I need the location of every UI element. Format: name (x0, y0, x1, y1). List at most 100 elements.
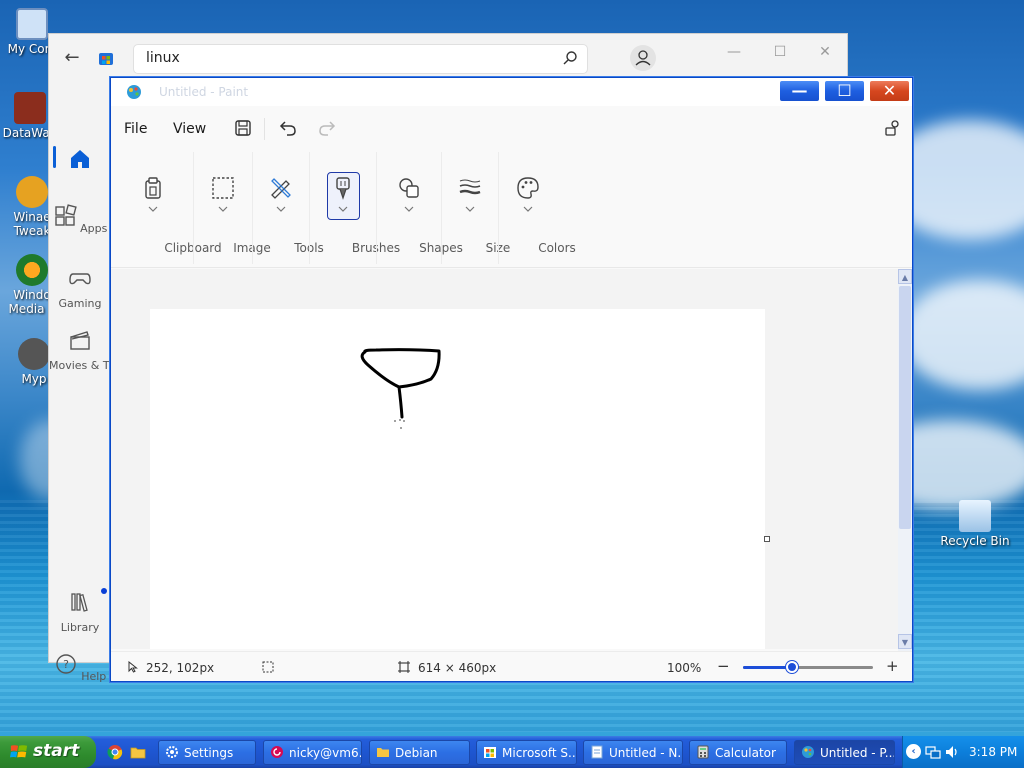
maximize-icon[interactable]: ☐ (770, 42, 790, 62)
ribbon-group-size[interactable]: Size (442, 150, 510, 268)
menubar-divider (264, 118, 265, 140)
zoom-slider-fill (743, 666, 793, 669)
taskbar-item-debian[interactable]: Debian (369, 740, 470, 765)
sidebar-item-library[interactable]: Library (49, 588, 111, 634)
network-icon[interactable] (925, 744, 941, 760)
tools-icon (271, 178, 291, 199)
size-icon (459, 179, 481, 195)
chevron-down-icon (404, 206, 414, 212)
taskbar-item-notepad[interactable]: Untitled - N... (583, 740, 683, 765)
canvas-resize-handle[interactable] (764, 536, 770, 542)
minimize-icon[interactable]: — (724, 42, 744, 62)
apps-icon (54, 204, 77, 226)
home-icon (71, 150, 89, 168)
zoom-in-icon[interactable]: + (886, 657, 899, 675)
chevron-down-icon (276, 206, 286, 212)
canvas-size: 614 × 460px (418, 661, 497, 675)
back-arrow-icon[interactable]: ← (61, 47, 83, 69)
taskbar-item-terminal[interactable]: nicky@vm6... (263, 740, 362, 765)
chevron-down-icon (523, 206, 533, 212)
drawing-stroke (360, 348, 441, 429)
notepad-icon (591, 745, 603, 759)
scroll-down-icon[interactable]: ▼ (898, 634, 912, 649)
close-button[interactable]: ✕ (869, 80, 910, 102)
save-icon[interactable] (233, 118, 253, 138)
vertical-scrollbar[interactable]: ▲ ▼ (898, 269, 912, 651)
sidebar-item-home[interactable] (49, 147, 111, 178)
settings-icon[interactable] (883, 118, 903, 138)
zoom-slider[interactable] (743, 661, 873, 673)
recycle-bin-icon (959, 500, 991, 532)
calculator-icon (697, 745, 709, 759)
sidebar-item-movies[interactable]: Movies & TV (49, 328, 117, 372)
undo-icon[interactable] (278, 118, 298, 138)
taskbar-item-settings[interactable]: Settings (158, 740, 256, 765)
store-sidebar: Apps Gaming Movies & TV Library ? Help (49, 82, 117, 683)
redo-icon[interactable] (317, 118, 337, 138)
paint-app-icon (127, 85, 141, 99)
svg-text:?: ? (63, 658, 69, 671)
taskbar-item-paint[interactable]: Untitled - P... (794, 740, 895, 765)
mypal-icon (18, 338, 50, 370)
start-button[interactable]: start (0, 736, 96, 768)
taskbar: start Settings nicky@vm6... Debian Micro… (0, 736, 1024, 768)
menu-file[interactable]: File (124, 121, 147, 137)
ribbon-group-tools[interactable]: Tools (253, 150, 324, 268)
ribbon-group-brushes[interactable]: Brushes (310, 150, 400, 268)
chevron-down-icon (465, 206, 475, 212)
paint-titlebar[interactable]: Untitled - Paint — ☐ ✕ (111, 78, 912, 106)
volume-icon[interactable] (944, 744, 960, 760)
drawing-canvas[interactable] (150, 309, 765, 649)
store-icon (484, 747, 496, 758)
minimize-button[interactable]: — (779, 80, 820, 102)
store-search-input[interactable]: linux (133, 44, 588, 74)
ribbon-group-shapes[interactable]: Shapes (377, 150, 463, 268)
ribbon-group-clipboard[interactable]: Clipboard (111, 150, 222, 268)
library-icon (71, 593, 88, 612)
datawag-icon (14, 92, 46, 124)
chrome-icon[interactable] (107, 744, 123, 760)
paint-icon (802, 746, 814, 758)
ribbon-group-image[interactable]: Image (194, 150, 271, 268)
system-tray: ‹ 3:18 PM (902, 736, 1024, 768)
brush-icon (336, 177, 350, 200)
cursor-position: 252, 102px (146, 661, 215, 675)
windows-logo-icon (10, 745, 28, 758)
movies-icon (70, 331, 90, 350)
gaming-icon (69, 273, 91, 285)
media-player-icon (16, 254, 48, 286)
clock[interactable]: 3:18 PM (969, 745, 1017, 759)
paint-window: Untitled - Paint — ☐ ✕ File View Clipboa… (110, 77, 913, 682)
winaero-icon (16, 176, 48, 208)
paint-menubar: File View (111, 106, 912, 150)
sidebar-item-apps[interactable]: Apps (49, 204, 111, 235)
account-icon[interactable] (630, 45, 656, 71)
selection-icon (212, 177, 234, 199)
clipboard-icon (145, 177, 161, 199)
pointer-icon (128, 661, 138, 673)
scroll-up-icon[interactable]: ▲ (898, 269, 912, 284)
taskbar-item-microsoft-store[interactable]: Microsoft S... (476, 740, 577, 765)
update-badge (101, 588, 107, 594)
chevron-down-icon (148, 206, 158, 212)
canvas-viewport (111, 269, 898, 649)
maximize-button[interactable]: ☐ (824, 80, 865, 102)
ribbon-group-colors[interactable]: Colors (499, 150, 576, 268)
sidebar-item-gaming[interactable]: Gaming (49, 266, 111, 310)
taskbar-item-calculator[interactable]: Calculator (689, 740, 787, 765)
shapes-icon (399, 178, 419, 198)
zoom-level: 100% (667, 661, 702, 675)
tray-expand-icon[interactable]: ‹ (906, 744, 921, 759)
zoom-slider-thumb[interactable] (786, 661, 799, 673)
menu-view[interactable]: View (173, 121, 206, 137)
paint-ribbon: Clipboard Image Tools Brush (111, 150, 912, 268)
zoom-out-icon[interactable]: − (717, 657, 730, 675)
scroll-thumb[interactable] (899, 286, 911, 529)
chevron-down-icon (338, 206, 348, 212)
close-icon[interactable]: ✕ (815, 42, 835, 62)
store-header: ← linux — ☐ ✕ (49, 34, 847, 82)
search-icon[interactable] (562, 50, 578, 66)
sidebar-item-help[interactable]: ? Help (49, 652, 111, 683)
desktop-icon-recycle-bin[interactable]: Recycle Bin (939, 500, 1011, 548)
folder-icon[interactable] (130, 744, 146, 760)
